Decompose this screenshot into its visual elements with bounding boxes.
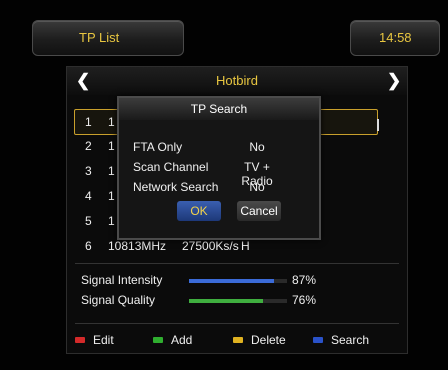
clock-time: 14:58 [379,30,412,45]
satellite-name: Hotbird [216,73,258,88]
tv-screen: TP List 14:58 ❮ Hotbird ❯ 1 1 2 1 3 1 4 … [0,0,448,370]
satellite-header: ❮ Hotbird ❯ [67,67,407,95]
page-title: TP List [79,30,120,45]
divider [75,263,399,264]
tp-frequency: 1 [108,115,115,129]
signal-intensity-label: Signal Intensity [81,273,163,287]
signal-quality-fill [189,299,264,303]
green-key-icon [153,337,163,343]
title-bar: TP List [32,20,184,56]
delete-label: Delete [251,333,286,347]
tp-frequency: 1 [108,139,115,153]
add-label: Add [171,333,193,347]
divider [75,323,399,324]
delete-key[interactable]: Delete [233,333,303,347]
fta-only-label: FTA Only [133,140,183,154]
tp-frequency: 1 [108,214,115,228]
tp-number: 4 [85,189,92,203]
cancel-button[interactable]: Cancel [237,201,281,221]
add-key[interactable]: Add [153,333,213,347]
tp-polarization: H [241,239,250,253]
signal-quality-bar [189,299,287,303]
signal-quality-value: 76% [292,293,317,307]
scrollbar-thumb[interactable] [377,119,379,131]
tp-frequency: 1 [108,164,115,178]
signal-quality-label: Signal Quality [81,293,156,307]
tp-symbol-rate: 27500Ks/s [182,239,239,253]
yellow-key-icon [233,337,243,343]
edit-key[interactable]: Edit [75,333,135,347]
blue-key-icon [313,337,323,343]
red-key-icon [75,337,85,343]
clock-bar: 14:58 [350,20,440,56]
search-key[interactable]: Search [313,333,383,347]
network-search-label: Network Search [133,180,219,194]
tp-frequency: 10813MHz [108,239,167,253]
tp-frequency: 1 [108,189,115,203]
dialog-title: TP Search [119,98,319,120]
tp-number: 2 [85,139,92,153]
tp-number: 1 [85,115,92,129]
signal-intensity-bar [189,279,287,283]
network-search-value[interactable]: No [227,180,287,194]
chevron-right-icon[interactable]: ❯ [387,71,401,91]
fta-only-value[interactable]: No [227,140,287,154]
signal-intensity-value: 87% [292,273,317,287]
ok-button[interactable]: OK [177,201,221,221]
tp-number: 3 [85,164,92,178]
tp-number: 6 [85,239,92,253]
edit-label: Edit [93,333,114,347]
tp-search-dialog: TP Search FTA Only No Scan Channel TV + … [117,96,321,240]
scan-channel-label: Scan Channel [133,160,209,174]
tp-number: 5 [85,214,92,228]
search-label: Search [331,333,370,347]
signal-intensity-fill [189,279,275,283]
